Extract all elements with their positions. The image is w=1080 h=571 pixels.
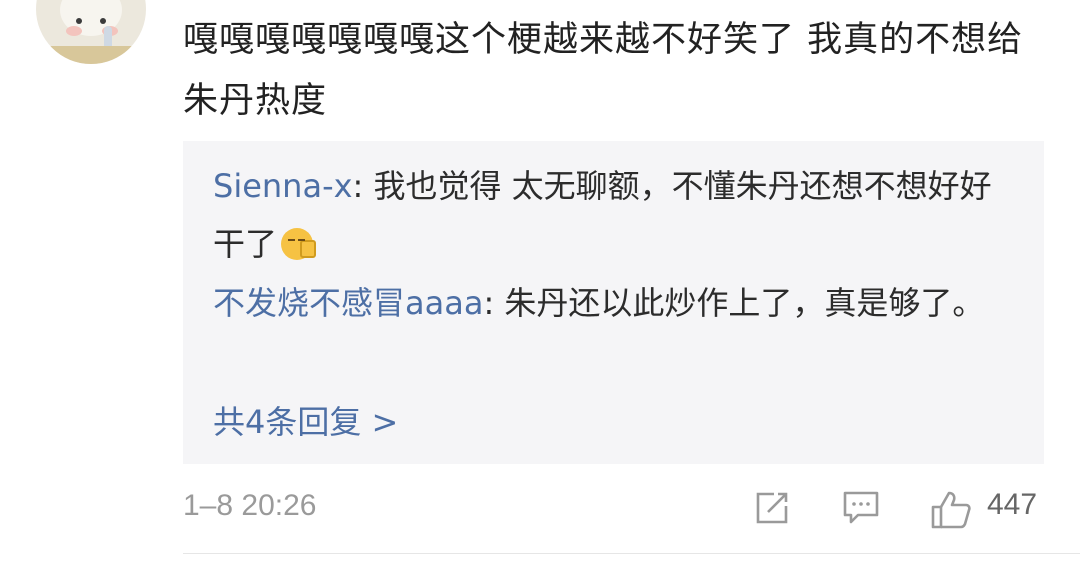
comment-button[interactable]	[842, 490, 880, 526]
timestamp: 1–8 20:26	[183, 489, 317, 522]
reply-item: 不发烧不感冒aaaa: 朱丹还以此炒作上了，真是够了。	[213, 274, 1013, 332]
like-icon	[931, 491, 971, 529]
divider	[183, 553, 1080, 554]
like-count: 447	[987, 488, 1038, 521]
reply-colon: :	[352, 167, 374, 205]
reply-username[interactable]: 不发烧不感冒aaaa	[213, 284, 483, 322]
reply-item: Sienna-x: 我也觉得 太无聊额，不懂朱丹还想不想好好干了	[213, 157, 1013, 273]
avatar-cheek	[66, 26, 82, 36]
like-button[interactable]	[930, 490, 972, 530]
avatar[interactable]	[36, 0, 146, 64]
comment-icon	[843, 491, 879, 524]
avatar-eye	[100, 18, 106, 24]
comment-text: 嘎嘎嘎嘎嘎嘎嘎这个梗越来越不好笑了 我真的不想给朱丹热度	[183, 20, 1024, 121]
share-button[interactable]	[754, 490, 790, 526]
reply-text: 朱丹还以此炒作上了，真是够了。	[504, 284, 985, 322]
share-icon	[756, 492, 788, 524]
reply-colon: :	[483, 284, 505, 322]
avatar-ground	[36, 46, 146, 64]
reply-box[interactable]: Sienna-x: 我也觉得 太无聊额，不懂朱丹还想不想好好干了 不发烧不感冒a…	[183, 141, 1044, 464]
reply-username[interactable]: Sienna-x	[213, 167, 353, 205]
emoji-icon	[281, 228, 317, 260]
avatar-eye	[76, 18, 82, 24]
more-replies-link[interactable]: 共4条回复 >	[213, 397, 398, 443]
emoji-hand-icon	[300, 240, 317, 258]
